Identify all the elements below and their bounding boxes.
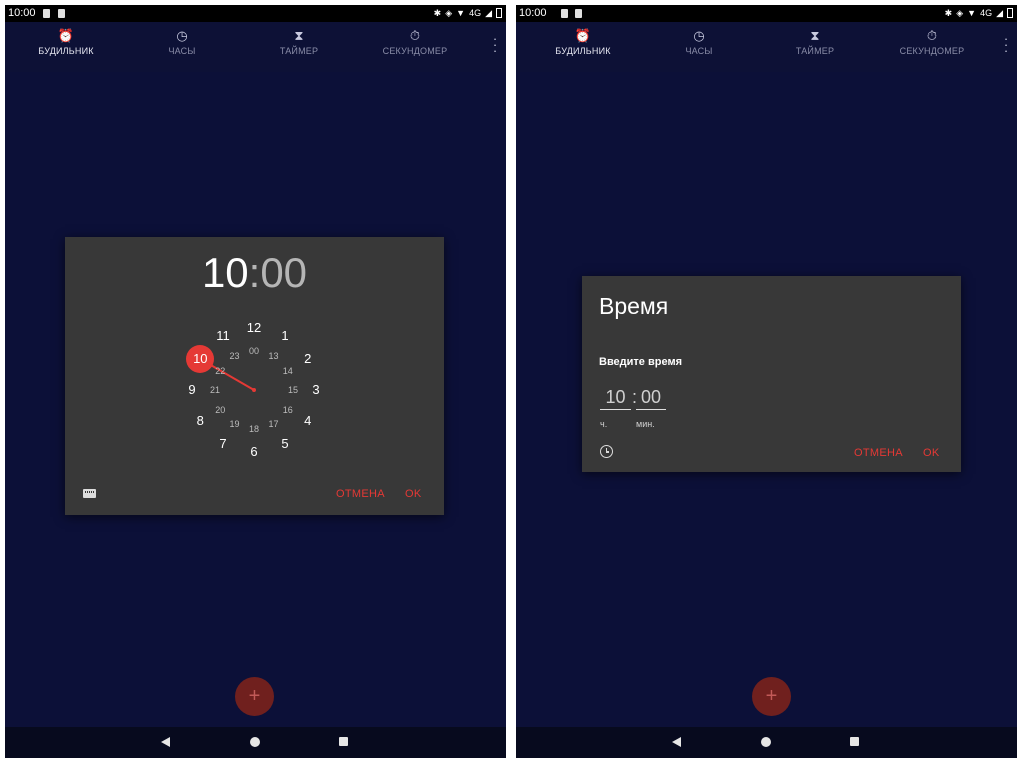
clock-hour-18[interactable]: 18 (244, 421, 264, 437)
back-icon[interactable] (672, 737, 681, 747)
clock-hour-15[interactable]: 15 (283, 382, 303, 398)
status-time: 10:00 (519, 7, 547, 19)
stopwatch-icon: ⏱ (926, 28, 938, 43)
clock-hour-7[interactable]: 7 (213, 436, 233, 452)
dialog-subtitle: Введите время (599, 356, 682, 368)
add-alarm-button[interactable]: + (235, 677, 274, 716)
clock-hour-3[interactable]: 3 (306, 382, 326, 398)
home-icon[interactable] (761, 737, 771, 747)
back-icon[interactable] (161, 737, 170, 747)
hourglass-icon: ⧗ (294, 28, 304, 43)
recents-icon[interactable] (339, 737, 348, 746)
minutes-field[interactable]: 00 (636, 386, 666, 410)
clock-hour-23[interactable]: 23 (225, 348, 245, 364)
clock-icon: ◷ (693, 28, 705, 43)
tab-stopwatch[interactable]: ⏱ СЕКУНДОМЕР (360, 22, 470, 72)
tab-alarm[interactable]: ⏰ БУДИЛЬНИК (11, 22, 121, 72)
cancel-button[interactable]: ОТМЕНА (854, 447, 903, 459)
time-input-dialog: Время Введите время 10 : 00 ч. мин. ОТМЕ… (582, 276, 961, 472)
navigation-bar (5, 727, 506, 758)
app-tabs: ⏰ БУДИЛЬНИК ◷ ЧАСЫ ⧗ ТАЙМЕР ⏱ СЕКУНДОМЕР… (516, 22, 1017, 72)
clock-hour-17[interactable]: 17 (264, 416, 284, 432)
status-time: 10:00 (8, 7, 36, 19)
bluetooth-icon: ✱ (433, 8, 442, 18)
wifi-icon: ▼ (967, 8, 977, 18)
hours-field[interactable]: 10 (600, 386, 631, 410)
tab-clock[interactable]: ◷ ЧАСЫ (127, 22, 237, 72)
status-bar: 10:00 ✱ ◈ ▼ 4G ◢ (5, 5, 506, 22)
overflow-menu-icon[interactable]: · · · (492, 32, 498, 57)
navigation-bar (516, 727, 1017, 758)
clock-hour-00[interactable]: 00 (244, 343, 264, 359)
selected-time-display: 10:00 (201, 249, 308, 296)
clock-icon: ◷ (176, 28, 188, 43)
clock-hour-6[interactable]: 6 (244, 444, 264, 460)
notification-icon (43, 9, 50, 18)
battery-icon (1007, 8, 1013, 18)
signal-icon: ◢ (485, 8, 492, 18)
hours-display[interactable]: 10 (202, 249, 249, 296)
alarm-clock-icon: ⏰ (57, 28, 75, 43)
ok-button[interactable]: OK (405, 488, 422, 500)
tab-stopwatch[interactable]: ⏱ СЕКУНДОМЕР (877, 22, 987, 72)
ok-button[interactable]: OK (923, 447, 940, 459)
clock-center-dot (252, 388, 256, 392)
vibrate-icon: ◈ (445, 8, 453, 18)
recents-icon[interactable] (850, 737, 859, 746)
clock-mode-icon[interactable] (600, 445, 613, 458)
tab-clock[interactable]: ◷ ЧАСЫ (644, 22, 754, 72)
signal-icon: ◢ (996, 8, 1003, 18)
notification-icon (561, 9, 568, 18)
minutes-display[interactable]: 00 (260, 249, 307, 296)
clock-hour-4[interactable]: 4 (298, 413, 318, 429)
stopwatch-icon: ⏱ (409, 28, 421, 43)
dialog-title: Время (599, 293, 669, 319)
tab-timer[interactable]: ⧗ ТАЙМЕР (760, 22, 870, 72)
vibrate-icon: ◈ (956, 8, 964, 18)
clock-hour-11[interactable]: 11 (213, 328, 233, 344)
clock-hour-12[interactable]: 12 (244, 320, 264, 336)
clock-hour-22[interactable]: 22 (210, 363, 230, 379)
clock-hour-5[interactable]: 5 (275, 436, 295, 452)
cancel-button[interactable]: ОТМЕНА (336, 488, 385, 500)
hours-label: ч. (600, 419, 608, 429)
clock-hour-20[interactable]: 20 (210, 402, 230, 418)
wifi-icon: ▼ (456, 8, 466, 18)
minutes-label: мин. (636, 419, 655, 429)
clock-picker-screen: 10:00 ✱ ◈ ▼ 4G ◢ ⏰ БУДИЛЬНИК ◷ ЧАСЫ ⧗ ТА… (5, 5, 506, 758)
network-label: 4G (980, 8, 993, 18)
overflow-menu-icon[interactable]: · · · (1003, 32, 1009, 57)
clock-hour-14[interactable]: 14 (278, 363, 298, 379)
network-label: 4G (469, 8, 482, 18)
clock-hour-2[interactable]: 2 (298, 351, 318, 367)
clock-hour-19[interactable]: 19 (225, 416, 245, 432)
tab-timer[interactable]: ⧗ ТАЙМЕР (244, 22, 354, 72)
clock-hour-10[interactable]: 10 (190, 351, 210, 367)
hourglass-icon: ⧗ (810, 28, 820, 43)
alarm-clock-icon: ⏰ (574, 28, 592, 43)
add-alarm-button[interactable]: + (752, 677, 791, 716)
clock-hour-8[interactable]: 8 (190, 413, 210, 429)
battery-icon (496, 8, 502, 18)
notification-icon (58, 9, 65, 18)
clock-face[interactable]: 12 1 2 3 4 5 6 7 8 9 10 11 00 13 14 15 16 17 18 19 20 21 22 23 (182, 320, 326, 460)
tab-alarm[interactable]: ⏰ БУДИЛЬНИК (528, 22, 638, 72)
keyboard-icon[interactable] (83, 489, 96, 498)
notification-icon (575, 9, 582, 18)
bluetooth-icon: ✱ (944, 8, 953, 18)
clock-hour-9[interactable]: 9 (182, 382, 202, 398)
app-tabs: ⏰ БУДИЛЬНИК ◷ ЧАСЫ ⧗ ТАЙМЕР ⏱ СЕКУНДОМЕР… (5, 22, 506, 72)
clock-hour-21[interactable]: 21 (205, 382, 225, 398)
clock-hour-1[interactable]: 1 (275, 328, 295, 344)
time-picker-dialog: 10:00 12 1 2 3 4 5 6 7 8 9 10 11 00 13 14 15 16 17 18 19 20 2… (65, 237, 444, 515)
home-icon[interactable] (250, 737, 260, 747)
keyboard-input-screen: 10:00 ✱ ◈ ▼ 4G ◢ ⏰ БУДИЛЬНИК ◷ ЧАСЫ ⧗ ТА… (516, 5, 1017, 758)
status-bar: 10:00 ✱ ◈ ▼ 4G ◢ (516, 5, 1017, 22)
